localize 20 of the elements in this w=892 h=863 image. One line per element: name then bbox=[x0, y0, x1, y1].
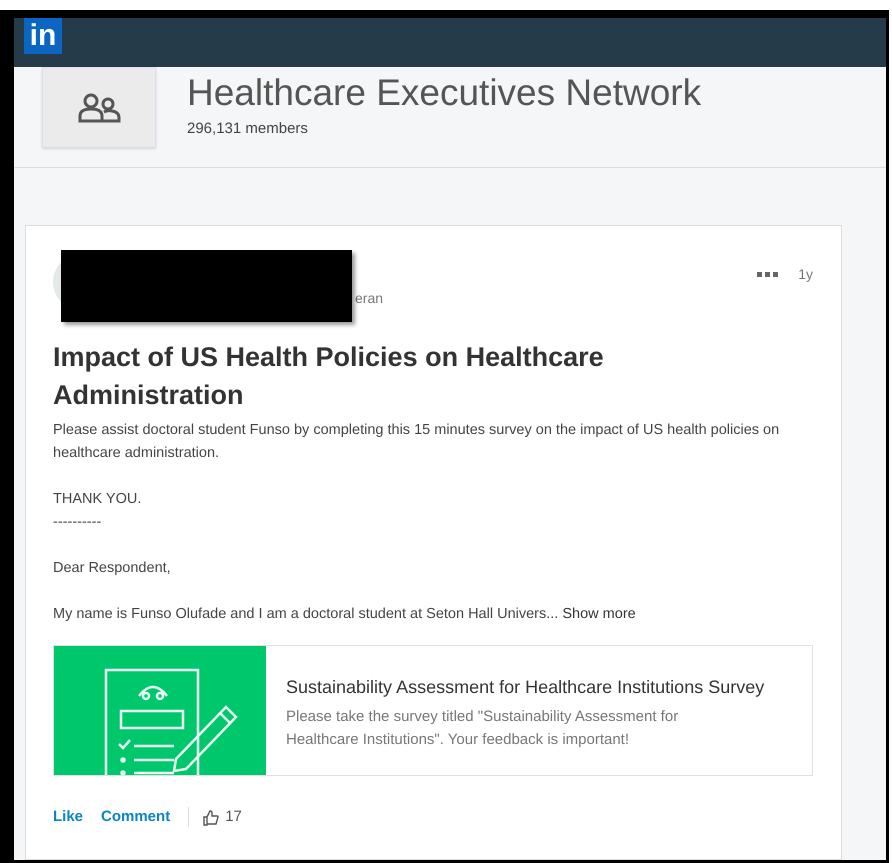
link-description: Please take the survey titled "Sustainability Assessment for Healthcare Institutions". Your feedback is important! bbox=[286, 707, 680, 750]
post-time: 1y bbox=[798, 265, 813, 284]
group-title: Healthcare Executives Network bbox=[187, 71, 702, 115]
author-headline: eran bbox=[355, 289, 384, 308]
post-text: Dear Respondent, bbox=[53, 559, 172, 578]
post-text: Please assist doctoral student Funso by completing this 15 minutes survey on the impact of US health policies on healthcare administration. bbox=[53, 421, 780, 463]
like-count: 17 bbox=[225, 807, 242, 827]
more-options-button[interactable] bbox=[757, 272, 778, 277]
post-title: Impact of US Health Policies on Healthcare Administration bbox=[53, 341, 605, 412]
post-text: My name is Funso Olufade and I am a doctoral student at Seton Hall Univers... Show more bbox=[53, 605, 637, 624]
link-title: Sustainability Assessment for Healthcare Institutions Survey bbox=[286, 676, 764, 699]
logo[interactable]: in bbox=[24, 18, 62, 54]
thumbs-up-icon bbox=[203, 808, 220, 826]
post-text: THANK YOU. ---------- bbox=[53, 490, 142, 532]
people-icon bbox=[77, 92, 121, 124]
action-link[interactable]: Like bbox=[53, 806, 84, 828]
show-more-link[interactable]: Show more bbox=[562, 606, 636, 622]
member-count: 296,131 members bbox=[187, 119, 309, 139]
action-link[interactable]: Comment bbox=[101, 806, 170, 828]
link-preview[interactable]: Sustainability Assessment for Healthcare Institutions Survey Please take the survey titled "Sustainability Assessment for Healthcare Institutions". Your feedback is important! bbox=[53, 645, 813, 776]
